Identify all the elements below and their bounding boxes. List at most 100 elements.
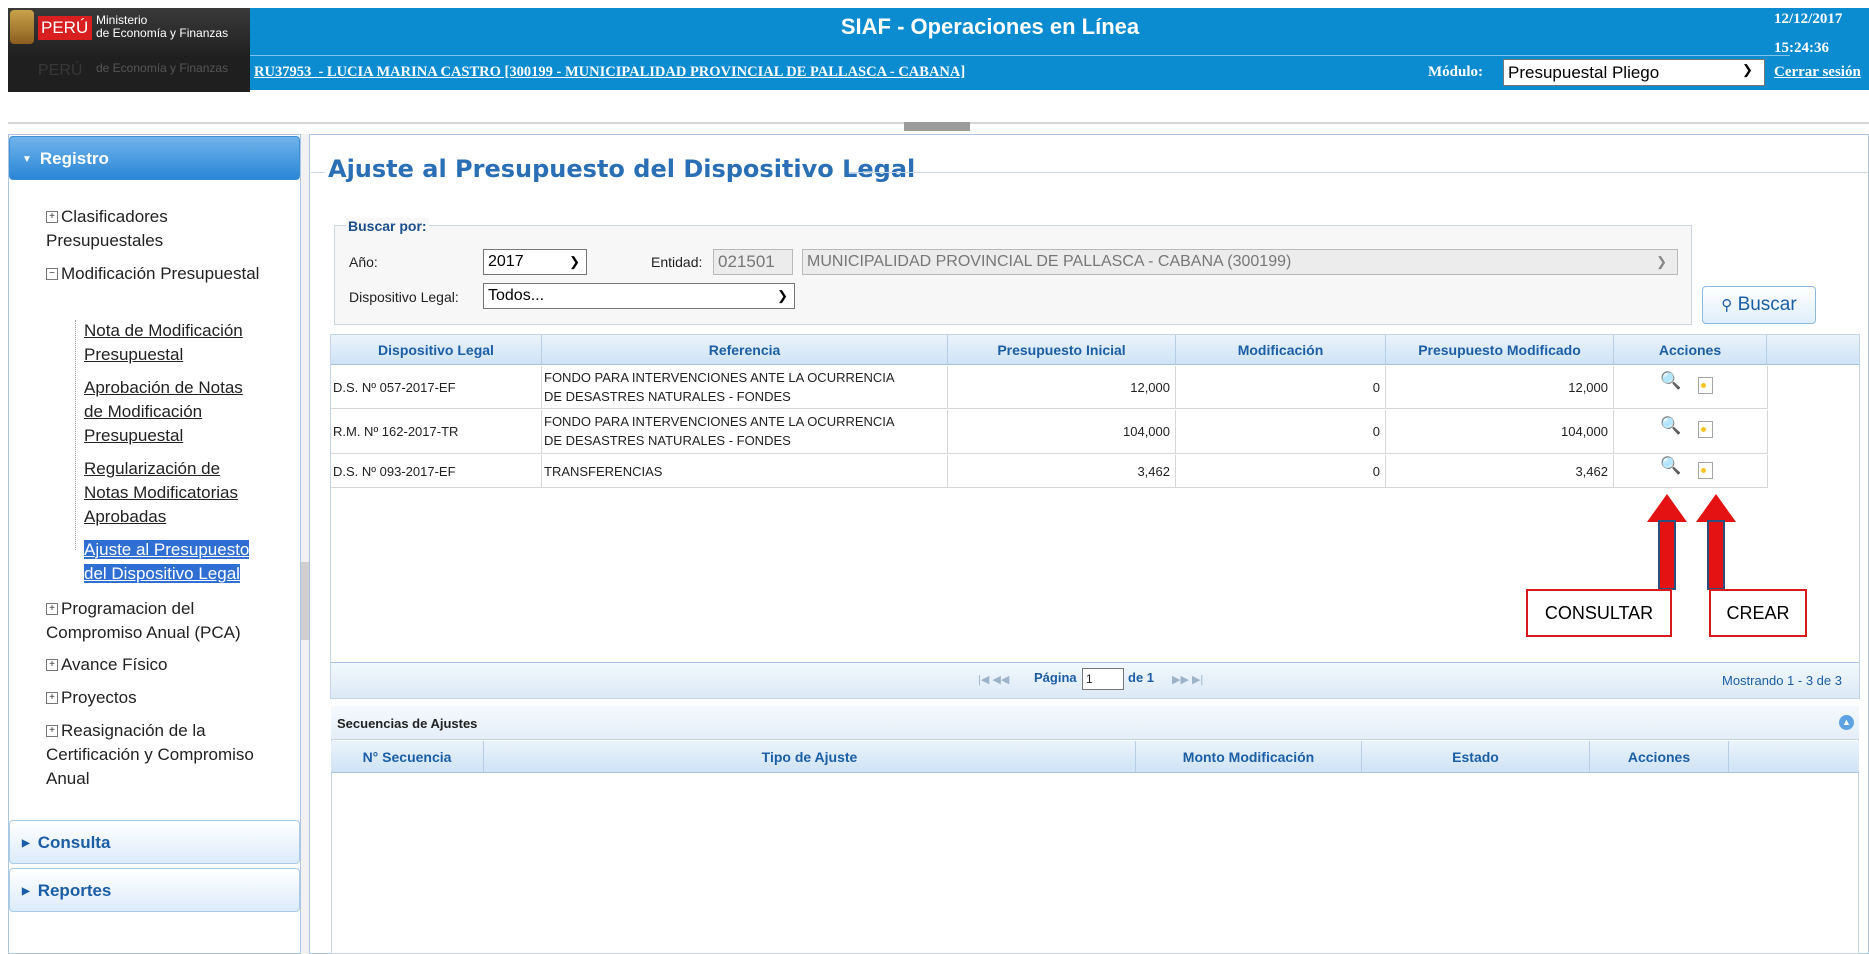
year-label: Año: bbox=[349, 254, 378, 270]
cell-dispositivo: D.S. Nº 093-2017-EF bbox=[331, 455, 542, 488]
collapse-icon[interactable]: ▲ bbox=[1839, 715, 1854, 730]
year-select[interactable]: 2017 ❯ bbox=[483, 249, 587, 275]
tree-item-pca[interactable]: + Programacion del Compromiso Anual (PCA) bbox=[46, 597, 276, 645]
col-presupuesto-modificado[interactable]: Presupuesto Modificado bbox=[1386, 335, 1614, 365]
col-secuencia[interactable]: N° Secuencia bbox=[331, 741, 484, 773]
document-icon[interactable] bbox=[1698, 377, 1713, 394]
search-icon[interactable]: 🔍 bbox=[1660, 416, 1681, 436]
peru-crest-icon bbox=[10, 10, 34, 44]
search-icon[interactable]: 🔍 bbox=[1660, 456, 1681, 476]
plus-icon[interactable]: + bbox=[46, 603, 58, 615]
accordion-consulta[interactable]: ▶ Consulta bbox=[9, 820, 300, 864]
cell-referencia: TRANSFERENCIAS bbox=[542, 455, 948, 488]
cell-modificado: 104,000 bbox=[1386, 410, 1614, 454]
page-input[interactable]: 1 bbox=[1082, 668, 1124, 690]
cell-dispositivo: R.M. Nº 162-2017-TR bbox=[331, 410, 542, 454]
col-presupuesto-inicial[interactable]: Presupuesto Inicial bbox=[948, 335, 1176, 365]
minus-icon[interactable]: − bbox=[46, 268, 58, 280]
col-tipo-ajuste[interactable]: Tipo de Ajuste bbox=[484, 741, 1136, 773]
tree-item-nota[interactable]: Nota de Modificación Presupuestal bbox=[84, 319, 264, 367]
plus-icon[interactable]: + bbox=[46, 692, 58, 704]
document-icon[interactable] bbox=[1698, 462, 1713, 479]
tree-label: Programacion del Compromiso Anual (PCA) bbox=[46, 599, 241, 642]
tree-item-modificacion[interactable]: − Modificación Presupuestal bbox=[46, 262, 276, 286]
tree-item-reasignacion[interactable]: + Reasignación de la Certificación y Comp… bbox=[46, 719, 256, 791]
logout-link[interactable]: Cerrar sesión bbox=[1774, 64, 1861, 81]
arrow-up-icon bbox=[1696, 494, 1736, 522]
accordion-registro-label: Registro bbox=[39, 149, 109, 168]
tree-item-aprobacion[interactable]: Aprobación de Notas de Modificación Pres… bbox=[84, 376, 264, 448]
accordion-reportes[interactable]: ▶ Reportes bbox=[9, 868, 300, 912]
logo-reflection: PERÚ bbox=[38, 62, 83, 79]
tree-link-selected[interactable]: Ajuste al Presupuesto del Dispositivo Le… bbox=[84, 540, 250, 583]
title-rule bbox=[311, 172, 325, 173]
tree-item-regularizacion[interactable]: Regularización de Notas Modificatorias A… bbox=[84, 457, 264, 529]
plus-icon[interactable]: + bbox=[46, 211, 58, 223]
triangle-right-icon: ▶ bbox=[22, 838, 30, 849]
chevron-down-icon[interactable]: ❯ bbox=[1742, 62, 1753, 78]
cell-referencia: FONDO PARA INTERVENCIONES ANTE LA OCURRE… bbox=[542, 410, 948, 454]
col-referencia[interactable]: Referencia bbox=[542, 335, 948, 365]
col-estado[interactable]: Estado bbox=[1362, 741, 1590, 773]
first-page-icon[interactable]: |◀ ◀◀ bbox=[978, 673, 1009, 686]
arrow-shaft bbox=[1707, 520, 1725, 590]
search-icon: ⚲ bbox=[1721, 297, 1733, 314]
search-button-label: Buscar bbox=[1737, 294, 1797, 315]
tree-label: Clasificadores Presupuestales bbox=[46, 207, 168, 250]
entity-name-select: MUNICIPALIDAD PROVINCIAL DE PALLASCA - C… bbox=[802, 249, 1678, 275]
user-info-link[interactable]: RU37953 - LUCIA MARINA CASTRO [300199 - … bbox=[254, 64, 965, 81]
cell-referencia-line: FONDO PARA INTERVENCIONES ANTE LA OCURRE… bbox=[544, 370, 895, 385]
cell-acciones bbox=[1614, 410, 1768, 454]
title-rule bbox=[849, 172, 1867, 173]
col-dispositivo[interactable]: Dispositivo Legal bbox=[331, 335, 542, 365]
col-acciones: Acciones bbox=[1614, 335, 1767, 365]
cell-referencia-line: DE DESASTRES NATURALES - FONDES bbox=[544, 389, 791, 404]
chevron-down-icon: ❯ bbox=[1656, 254, 1667, 269]
search-button[interactable]: ⚲ Buscar bbox=[1702, 286, 1816, 324]
page-title: Ajuste al Presupuesto del Dispositivo Le… bbox=[328, 155, 916, 183]
app-title: SIAF - Operaciones en Línea bbox=[840, 14, 1140, 39]
peru-brand: PERÚ bbox=[38, 16, 92, 40]
tree-item-avance[interactable]: + Avance Físico bbox=[46, 653, 276, 677]
tree-item-proyectos[interactable]: + Proyectos bbox=[46, 686, 276, 710]
cell-referencia: FONDO PARA INTERVENCIONES ANTE LA OCURRE… bbox=[542, 366, 948, 409]
col-seq-acciones: Acciones bbox=[1590, 741, 1729, 773]
tree-label: Proyectos bbox=[61, 688, 137, 707]
search-fieldset bbox=[334, 225, 1692, 325]
arrow-up-icon bbox=[1647, 494, 1687, 522]
device-select[interactable]: Todos... ❯ bbox=[483, 283, 795, 309]
cell-referencia-line: FONDO PARA INTERVENCIONES ANTE LA OCURRE… bbox=[544, 414, 895, 429]
plus-icon[interactable]: + bbox=[46, 659, 58, 671]
module-select[interactable]: Presupuestal Pliego bbox=[1503, 59, 1765, 86]
chevron-down-icon: ❯ bbox=[569, 254, 580, 269]
tree-item-ajuste[interactable]: Ajuste al Presupuesto del Dispositivo Le… bbox=[84, 538, 264, 586]
tree-link[interactable]: Regularización de Notas Modificatorias A… bbox=[84, 459, 238, 526]
search-icon[interactable]: 🔍 bbox=[1660, 371, 1681, 391]
page-label: Página bbox=[1034, 670, 1077, 685]
tree-link[interactable]: Aprobación de Notas de Modificación Pres… bbox=[84, 378, 243, 445]
plus-icon[interactable]: + bbox=[46, 725, 58, 737]
last-page-icon[interactable]: ▶▶ ▶| bbox=[1172, 673, 1203, 686]
triangle-down-icon: ▼ bbox=[22, 154, 32, 165]
cell-modificacion: 0 bbox=[1176, 366, 1386, 409]
col-modificacion[interactable]: Modificación bbox=[1176, 335, 1386, 365]
entity-label: Entidad: bbox=[651, 254, 703, 270]
accordion-registro[interactable]: ▼ Registro bbox=[9, 136, 300, 180]
sequences-title: Secuencias de Ajustes bbox=[337, 716, 478, 731]
cell-modificacion: 0 bbox=[1176, 455, 1386, 488]
arrow-shaft bbox=[1658, 520, 1676, 590]
document-icon[interactable] bbox=[1698, 421, 1713, 438]
splitter-handle[interactable] bbox=[904, 122, 970, 131]
ministry-name: Ministerio de Economía y Finanzas bbox=[96, 14, 246, 40]
cell-inicial: 12,000 bbox=[948, 366, 1176, 409]
col-monto[interactable]: Monto Modificación bbox=[1136, 741, 1362, 773]
cell-modificado: 3,462 bbox=[1386, 455, 1614, 488]
device-label: Dispositivo Legal: bbox=[349, 289, 459, 305]
tree-link[interactable]: Nota de Modificación Presupuestal bbox=[84, 321, 243, 364]
cell-inicial: 3,462 bbox=[948, 455, 1176, 488]
callout-crear: CREAR bbox=[1709, 589, 1807, 637]
entity-name-value: MUNICIPALIDAD PROVINCIAL DE PALLASCA - C… bbox=[807, 253, 1292, 270]
header-divider bbox=[250, 55, 1790, 56]
cell-dispositivo: D.S. Nº 057-2017-EF bbox=[331, 366, 542, 409]
tree-item-clasificadores[interactable]: + Clasificadores Presupuestales bbox=[46, 205, 276, 253]
